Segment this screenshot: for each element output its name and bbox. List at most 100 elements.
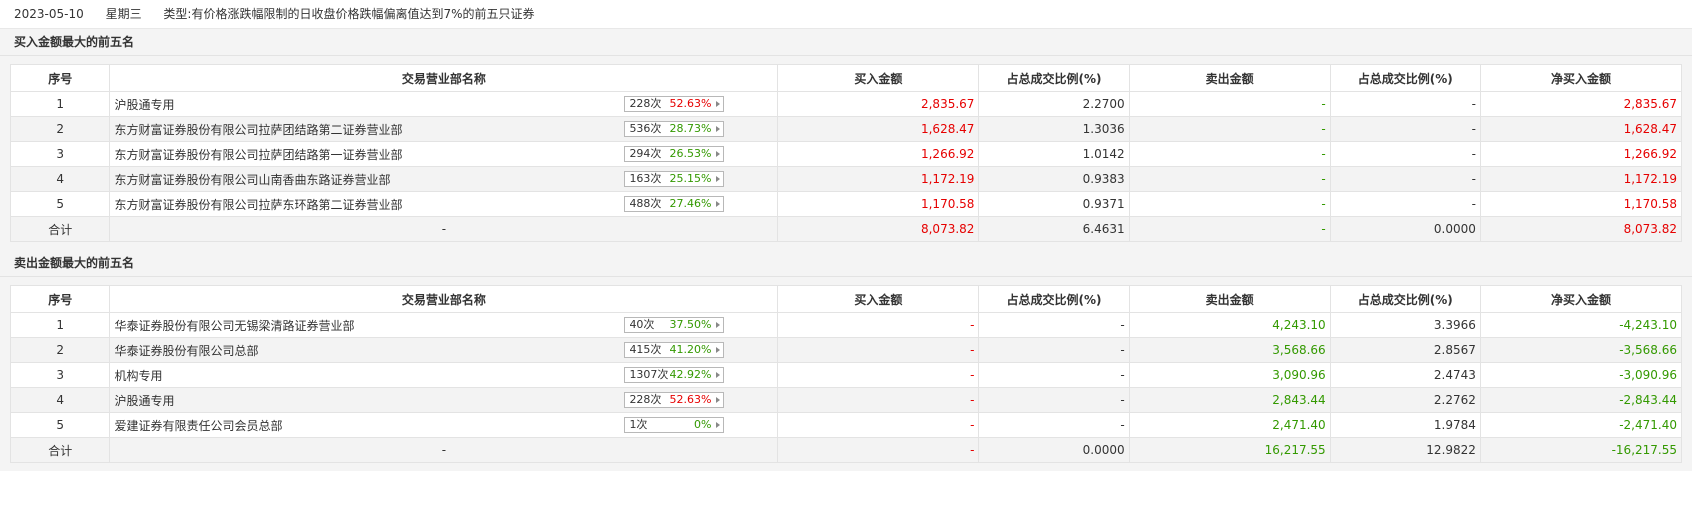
row-sell-ratio: - xyxy=(1329,116,1481,142)
total-sell: - xyxy=(1128,216,1331,242)
buy-table-header: 序号 交易营业部名称 买入金额 占总成交比例(%) 卖出金额 占总成交比例(%)… xyxy=(9,64,1683,92)
table-row: 2 华泰证券股份有限公司总部 415次 41.20% - -3,568.66 2.8567-… xyxy=(9,337,1683,363)
row-rank: 2 xyxy=(9,116,111,142)
branch-name-link[interactable]: 东方财富证券股份有限公司拉萨团结路第二证券营业部 xyxy=(114,121,402,138)
row-buy-ratio: - xyxy=(978,337,1130,363)
total-buy: - xyxy=(777,437,980,463)
table-row: 2 东方财富证券股份有限公司拉萨团结路第二证券营业部 536次 28.73% 1,628… xyxy=(9,116,1683,142)
branch-history-button[interactable]: 228次 52.63% xyxy=(624,392,725,408)
row-buy: - xyxy=(777,362,980,388)
row-sell-ratio: 2.4743 xyxy=(1329,362,1481,388)
row-branch: 东方财富证券股份有限公司拉萨团结路第二证券营业部 536次 28.73% xyxy=(109,116,779,142)
branch-history-button[interactable]: 228次 52.63% xyxy=(624,96,725,112)
branch-name-link[interactable]: 东方财富证券股份有限公司山南香曲东路证券营业部 xyxy=(114,171,390,188)
col-buy-ratio: 占总成交比例(%) xyxy=(978,285,1130,313)
table-row: 3 东方财富证券股份有限公司拉萨团结路第一证券营业部 294次 26.53% 1,266… xyxy=(9,141,1683,167)
total-row: 合计 -8,073.82 6.4631-0.0000 8,073.82 xyxy=(9,216,1683,242)
total-buy-ratio: 6.4631 xyxy=(978,216,1130,242)
branch-times: 1307次 xyxy=(629,368,669,381)
col-rank: 序号 xyxy=(9,285,111,313)
branch-name-link[interactable]: 东方财富证券股份有限公司拉萨东环路第二证券营业部 xyxy=(114,196,402,213)
row-net: -2,471.40 xyxy=(1479,412,1683,438)
col-sell: 卖出金额 xyxy=(1128,64,1331,92)
row-buy: - xyxy=(777,312,980,338)
type-text: 有价格涨跌幅限制的日收盘价格跌幅偏离值达到7%的前五只证券 xyxy=(191,7,535,21)
sell-section: 序号 交易营业部名称 买入金额 占总成交比例(%) 卖出金额 占总成交比例(%)… xyxy=(0,277,1692,471)
type-label: 类型: xyxy=(163,7,192,21)
branch-win-rate: 28.73% xyxy=(669,122,712,135)
table-row: 4 东方财富证券股份有限公司山南香曲东路证券营业部 163次 25.15% 1,172.… xyxy=(9,166,1683,192)
row-net: 1,172.19 xyxy=(1479,166,1683,192)
total-name: - xyxy=(109,216,779,242)
row-net: -3,090.96 xyxy=(1479,362,1683,388)
branch-history-button[interactable]: 415次 41.20% xyxy=(624,342,725,358)
row-sell: - xyxy=(1128,141,1331,167)
row-rank: 2 xyxy=(9,337,111,363)
total-buy: 8,073.82 xyxy=(777,216,980,242)
info-bar: 2023-05-10 星期三 类型:有价格涨跌幅限制的日收盘价格跌幅偏离值达到7… xyxy=(0,0,1692,29)
table-row: 5 爱建证券有限责任公司会员总部 1次 0% - -2,471.40 1.9784 -2,47… xyxy=(9,412,1683,438)
col-buy: 买入金额 xyxy=(777,64,980,92)
trade-weekday: 星期三 xyxy=(105,7,142,21)
chevron-right-icon xyxy=(716,322,721,328)
row-buy: 2,835.67 xyxy=(777,91,980,117)
branch-win-rate: 0% xyxy=(693,418,712,431)
branch-history-button[interactable]: 40次 37.50% xyxy=(624,317,725,333)
col-net: 净买入金额 xyxy=(1479,285,1683,313)
branch-win-rate: 27.46% xyxy=(669,197,712,210)
chevron-right-icon xyxy=(716,176,721,182)
branch-name-link[interactable]: 沪股通专用 xyxy=(114,392,174,409)
table-row: 4 沪股通专用 228次 52.63% - -2,843.44 2.2762 -2,843.4… xyxy=(9,387,1683,413)
row-rank: 5 xyxy=(9,412,111,438)
branch-name-link[interactable]: 机构专用 xyxy=(114,367,162,384)
row-branch: 东方财富证券股份有限公司山南香曲东路证券营业部 163次 25.15% xyxy=(109,166,779,192)
row-buy-ratio: 0.9371 xyxy=(978,191,1130,217)
row-branch: 沪股通专用 228次 52.63% xyxy=(109,91,779,117)
row-sell-ratio: - xyxy=(1329,91,1481,117)
branch-times: 415次 xyxy=(629,343,662,356)
col-name: 交易营业部名称 xyxy=(109,285,779,313)
branch-win-rate: 52.63% xyxy=(669,393,712,406)
col-sell-ratio: 占总成交比例(%) xyxy=(1329,285,1481,313)
row-buy-ratio: - xyxy=(978,362,1130,388)
col-name: 交易营业部名称 xyxy=(109,64,779,92)
branch-history-button[interactable]: 163次 25.15% xyxy=(624,171,725,187)
row-sell: 3,568.66 xyxy=(1128,337,1331,363)
row-sell: 2,843.44 xyxy=(1128,387,1331,413)
row-rank: 3 xyxy=(9,362,111,388)
total-label: 合计 xyxy=(9,216,111,242)
chevron-right-icon xyxy=(716,372,721,378)
sell-table: 序号 交易营业部名称 买入金额 占总成交比例(%) 卖出金额 占总成交比例(%)… xyxy=(9,285,1683,463)
branch-times: 163次 xyxy=(629,172,662,185)
row-buy: - xyxy=(777,412,980,438)
col-buy-ratio: 占总成交比例(%) xyxy=(978,64,1130,92)
row-net: 2,835.67 xyxy=(1479,91,1683,117)
total-sell-ratio: 12.9822 xyxy=(1329,437,1481,463)
row-rank: 4 xyxy=(9,387,111,413)
row-sell-ratio: - xyxy=(1329,166,1481,192)
branch-name-link[interactable]: 沪股通专用 xyxy=(114,96,174,113)
table-row: 5 东方财富证券股份有限公司拉萨东环路第二证券营业部 488次 27.46% 1,170… xyxy=(9,191,1683,217)
branch-name-link[interactable]: 华泰证券股份有限公司总部 xyxy=(114,342,258,359)
branch-history-button[interactable]: 1307次 42.92% xyxy=(624,367,725,383)
branch-history-button[interactable]: 1次 0% xyxy=(624,417,725,433)
row-buy: 1,628.47 xyxy=(777,116,980,142)
branch-history-button[interactable]: 488次 27.46% xyxy=(624,196,725,212)
branch-name-link[interactable]: 东方财富证券股份有限公司拉萨团结路第一证券营业部 xyxy=(114,146,402,163)
branch-win-rate: 42.92% xyxy=(669,368,712,381)
branch-times: 1次 xyxy=(629,418,648,431)
branch-times: 228次 xyxy=(629,97,662,110)
chevron-right-icon xyxy=(716,151,721,157)
branch-name-link[interactable]: 爱建证券有限责任公司会员总部 xyxy=(114,417,282,434)
total-sell-ratio: 0.0000 xyxy=(1329,216,1481,242)
branch-history-button[interactable]: 294次 26.53% xyxy=(624,146,725,162)
row-branch: 爱建证券有限责任公司会员总部 1次 0% xyxy=(109,412,779,438)
row-net: -2,843.44 xyxy=(1479,387,1683,413)
row-buy-ratio: - xyxy=(978,387,1130,413)
branch-name-link[interactable]: 华泰证券股份有限公司无锡梁清路证券营业部 xyxy=(114,317,354,334)
row-rank: 5 xyxy=(9,191,111,217)
branch-history-button[interactable]: 536次 28.73% xyxy=(624,121,725,137)
row-buy-ratio: - xyxy=(978,412,1130,438)
col-net: 净买入金额 xyxy=(1479,64,1683,92)
row-buy: - xyxy=(777,337,980,363)
